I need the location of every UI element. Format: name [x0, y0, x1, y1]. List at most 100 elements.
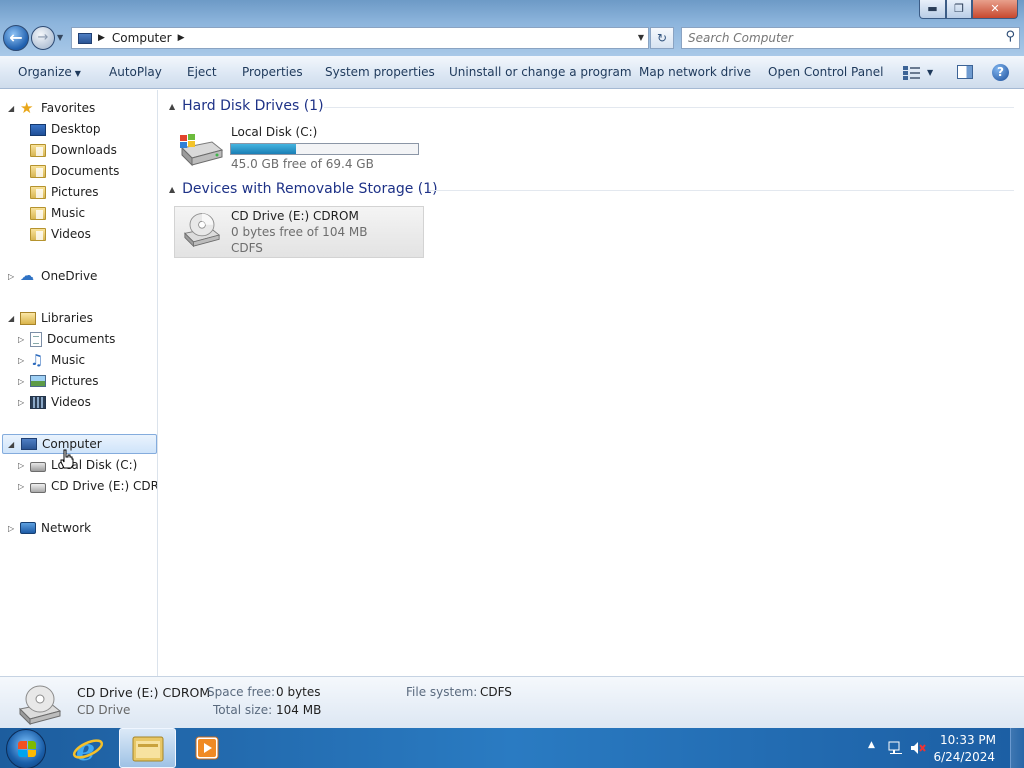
nav-label: Network	[41, 521, 92, 535]
music-note-icon: ♫	[30, 350, 44, 369]
maximize-button[interactable]: ❐	[946, 0, 972, 19]
nav-library-documents[interactable]: ▷ Documents	[18, 329, 115, 349]
svg-text:e: e	[76, 733, 95, 768]
refresh-button[interactable]: ↻	[650, 27, 674, 49]
taskbar-internet-explorer[interactable]: e	[60, 728, 117, 768]
drive-name: CD Drive (E:) CDROM	[231, 209, 359, 223]
group-title: Hard Disk Drives (1)	[182, 98, 324, 114]
nav-network[interactable]: ▷ Network	[8, 518, 92, 538]
nav-music[interactable]: Music	[30, 203, 85, 223]
nav-library-music[interactable]: ▷ ♫ Music	[18, 350, 86, 370]
hand-cursor-icon	[60, 449, 74, 469]
expand-arrow-icon[interactable]: ▷	[18, 398, 24, 407]
nav-computer[interactable]: ◢ Computer	[2, 434, 157, 454]
nav-libraries[interactable]: ◢ Libraries	[8, 308, 93, 328]
local-disk-tile[interactable]: Local Disk (C:) 45.0 GB free of 69.4 GB	[174, 122, 424, 171]
minimize-button[interactable]: ▬	[919, 0, 946, 19]
group-title: Devices with Removable Storage (1)	[182, 181, 438, 197]
change-view-icon[interactable]	[903, 66, 921, 80]
expand-arrow-icon[interactable]: ▷	[8, 272, 14, 281]
taskbar-windows-explorer[interactable]	[119, 728, 176, 768]
nav-pictures[interactable]: Pictures	[30, 182, 99, 202]
network-status-icon[interactable]	[888, 741, 904, 755]
expand-arrow-icon[interactable]: ▷	[18, 377, 24, 386]
nav-downloads[interactable]: Downloads	[30, 140, 117, 160]
help-icon[interactable]: ?	[992, 64, 1009, 81]
hard-drive-windows-icon	[180, 134, 224, 167]
uninstall-program-button[interactable]: Uninstall or change a program	[449, 65, 632, 79]
forward-button[interactable]: →	[31, 26, 55, 50]
back-button[interactable]: ←	[3, 25, 29, 51]
downloads-folder-icon	[30, 143, 46, 157]
system-properties-button[interactable]: System properties	[325, 65, 435, 79]
taskbar-media-player[interactable]	[178, 728, 235, 768]
preview-pane-icon[interactable]	[957, 65, 973, 79]
nav-library-videos[interactable]: ▷ Videos	[18, 392, 91, 412]
file-system-value: CDFS	[480, 685, 512, 699]
open-control-panel-button[interactable]: Open Control Panel	[768, 65, 883, 79]
expand-arrow-icon[interactable]: ▷	[18, 461, 24, 470]
cd-drive-icon	[18, 685, 62, 725]
cd-drive-tile[interactable]: CD Drive (E:) CDROM 0 bytes free of 104 …	[174, 206, 424, 258]
internet-explorer-icon: e	[72, 733, 104, 768]
view-options-chevron-icon[interactable]: ▼	[927, 68, 933, 77]
nav-label: Favorites	[41, 101, 96, 115]
organize-label: Organize	[18, 65, 72, 79]
search-box[interactable]: ⚲	[681, 27, 1020, 49]
eject-button[interactable]: Eject	[187, 65, 217, 79]
properties-button[interactable]: Properties	[242, 65, 303, 79]
expand-arrow-icon[interactable]: ▷	[18, 335, 24, 344]
command-bar: Organize ▼ AutoPlay Eject Properties Syst…	[0, 56, 1024, 89]
removable-group-header[interactable]: ▲ Devices with Removable Storage (1)	[169, 181, 1014, 197]
collapse-group-icon[interactable]: ▲	[169, 102, 175, 111]
search-input[interactable]	[682, 28, 992, 48]
nav-videos[interactable]: Videos	[30, 224, 91, 244]
nav-label: Videos	[51, 227, 91, 241]
recent-pages-dropdown[interactable]: ▼	[57, 33, 63, 42]
nav-label: Music	[51, 353, 86, 367]
map-network-drive-button[interactable]: Map network drive	[639, 65, 751, 79]
computer-icon	[78, 32, 92, 44]
music-folder-icon	[30, 206, 46, 220]
collapse-arrow-icon[interactable]: ◢	[8, 314, 14, 323]
close-button[interactable]: ✕	[972, 0, 1018, 19]
expand-arrow-icon[interactable]: ▷	[8, 524, 14, 533]
start-button[interactable]	[6, 729, 46, 768]
organize-button[interactable]: Organize ▼	[18, 65, 81, 79]
nav-favorites[interactable]: ◢ ★ Favorites	[8, 98, 96, 118]
autoplay-button[interactable]: AutoPlay	[109, 65, 162, 79]
breadcrumb-separator-icon[interactable]: ▶	[98, 33, 105, 43]
nav-local-disk[interactable]: ▷ Local Disk (C:)	[18, 455, 137, 475]
collapse-group-icon[interactable]: ▲	[169, 185, 175, 194]
file-system-label: File system:	[406, 685, 478, 699]
search-icon[interactable]: ⚲	[1005, 29, 1015, 44]
drive-name: Local Disk (C:)	[231, 125, 318, 139]
nav-cd-drive[interactable]: ▷ CD Drive (E:) CDROM	[18, 476, 157, 496]
show-hidden-icons-icon[interactable]: ▲	[868, 740, 875, 750]
clock-date[interactable]: 6/24/2024	[933, 750, 995, 764]
expand-arrow-icon[interactable]: ▷	[18, 482, 24, 491]
collapse-arrow-icon[interactable]: ◢	[8, 104, 14, 113]
chevron-down-icon: ▼	[74, 69, 81, 78]
nav-desktop[interactable]: Desktop	[30, 119, 101, 139]
cd-drive-icon	[183, 213, 221, 247]
address-bar[interactable]: ▶ Computer ▶ ▼	[71, 27, 649, 49]
windows-logo-icon	[18, 741, 36, 757]
volume-muted-icon[interactable]	[910, 741, 926, 755]
clock-time[interactable]: 10:33 PM	[940, 733, 996, 747]
collapse-arrow-icon[interactable]: ◢	[8, 440, 14, 449]
address-dropdown-icon[interactable]: ▼	[638, 33, 644, 42]
nav-documents[interactable]: Documents	[30, 161, 119, 181]
nav-onedrive[interactable]: ▷ ☁ OneDrive	[8, 266, 97, 286]
documents-folder-icon	[30, 164, 46, 178]
show-desktop-button[interactable]	[1010, 728, 1024, 768]
breadcrumb-chevron-icon[interactable]: ▶	[178, 33, 185, 43]
details-item-type: CD Drive	[77, 703, 131, 717]
drive-file-system: CDFS	[231, 241, 263, 255]
nav-library-pictures[interactable]: ▷ Pictures	[18, 371, 99, 391]
hdd-group-header[interactable]: ▲ Hard Disk Drives (1)	[169, 98, 1014, 114]
expand-arrow-icon[interactable]: ▷	[18, 356, 24, 365]
drive-free-space: 45.0 GB free of 69.4 GB	[231, 157, 374, 171]
cloud-icon: ☁	[20, 267, 34, 284]
breadcrumb-computer[interactable]: Computer	[112, 31, 172, 45]
